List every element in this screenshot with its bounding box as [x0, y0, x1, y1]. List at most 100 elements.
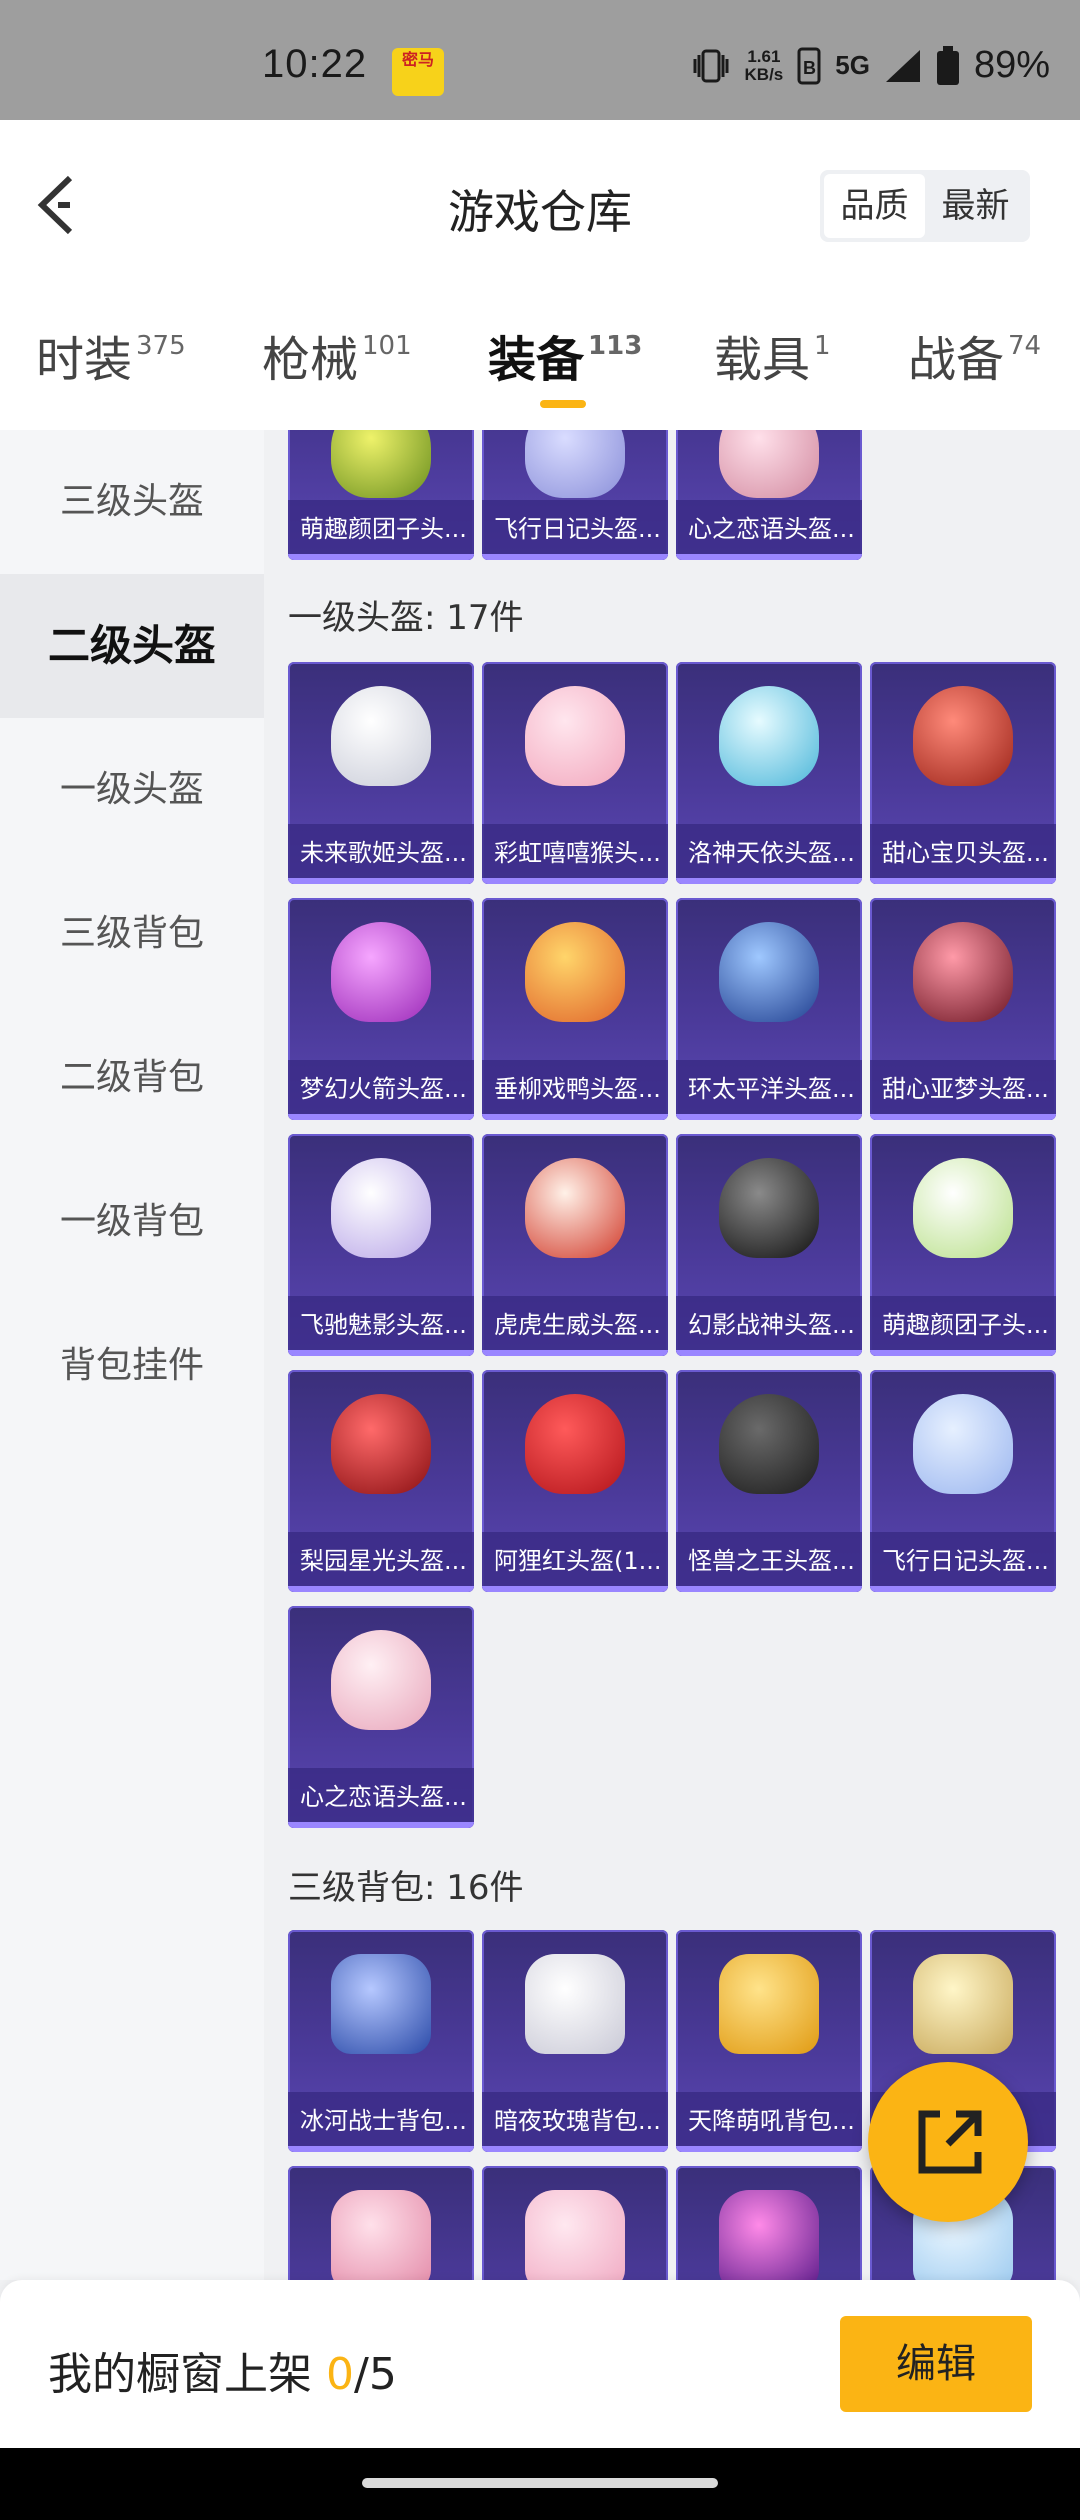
category-tabs: 时装 375 枪械 101 装备 113 载具 1 战备 74: [0, 320, 1080, 430]
item-name: 梨园星光头盔...: [288, 1532, 474, 1592]
item-card[interactable]: [288, 2166, 474, 2280]
backpack-icon: [331, 1954, 431, 2054]
backpack-icon: [525, 1954, 625, 2054]
share-icon: [918, 2110, 982, 2174]
item-name: 飞行日记头盔...: [482, 500, 668, 560]
network-type: 5G: [835, 50, 870, 80]
section-title: 一级头盔: 17件: [288, 598, 524, 638]
sidebar: 三级头盔 二级头盔 一级头盔 三级背包 二级背包 一级背包 背包挂件: [0, 430, 264, 2280]
item-card[interactable]: 甜心宝贝头盔...: [870, 662, 1056, 884]
sidebar-item-backpack-3[interactable]: 三级背包: [0, 862, 264, 1006]
item-name: 怪兽之王头盔...: [676, 1532, 862, 1592]
item-card[interactable]: 怪兽之王头盔...: [676, 1370, 862, 1592]
tab-fashion[interactable]: 时装 375: [36, 320, 186, 390]
helmet-icon: [913, 922, 1013, 1022]
data-transfer-icon: B: [797, 47, 821, 84]
edit-button[interactable]: 编辑: [840, 2316, 1032, 2412]
section-title: 三级背包: 16件: [288, 1868, 524, 1908]
helmet-icon: [525, 922, 625, 1022]
active-tab-indicator: [540, 400, 586, 408]
tab-equipment[interactable]: 装备 113: [488, 320, 642, 390]
item-name: 天降萌吼背包...: [676, 2092, 862, 2152]
item-card[interactable]: 梨园星光头盔...: [288, 1370, 474, 1592]
sort-toggle[interactable]: 品质 最新: [820, 170, 1030, 242]
item-card[interactable]: 萌趣颜团子头...: [288, 430, 474, 560]
sidebar-item-backpack-charms[interactable]: 背包挂件: [0, 1294, 264, 1438]
item-name: 心之恋语头盔...: [676, 500, 862, 560]
item-card[interactable]: 飞行日记头盔...: [482, 430, 668, 560]
item-name: 未来歌姬头盔...: [288, 824, 474, 884]
item-card[interactable]: 环太平洋头盔...: [676, 898, 862, 1120]
item-card[interactable]: 洛神天依头盔...: [676, 662, 862, 884]
sidebar-item-helmet-1[interactable]: 一级头盔: [0, 718, 264, 862]
sidebar-item-backpack-1[interactable]: 一级背包: [0, 1150, 264, 1294]
item-name: 梦幻火箭头盔...: [288, 1060, 474, 1120]
item-name: 洛神天依头盔...: [676, 824, 862, 884]
tab-vehicles[interactable]: 载具 1: [714, 320, 831, 390]
helmet-icon: [719, 1158, 819, 1258]
item-card[interactable]: 冰河战士背包...: [288, 1930, 474, 2152]
item-card[interactable]: [676, 2166, 862, 2280]
item-name: 阿狸红头盔(1...: [482, 1532, 668, 1592]
helmet-icon: [525, 1158, 625, 1258]
home-gesture-handle[interactable]: [362, 2478, 718, 2488]
helmet-icon: [719, 430, 819, 498]
item-card[interactable]: 天降萌吼背包...: [676, 1930, 862, 2152]
sidebar-item-helmet-2[interactable]: 二级头盔: [0, 574, 264, 718]
item-card[interactable]: 甜心亚梦头盔...: [870, 898, 1056, 1120]
notification-app-icon: 密马: [392, 48, 444, 96]
item-card[interactable]: 梦幻火箭头盔...: [288, 898, 474, 1120]
status-bar: 10:22 密马 1.61 KB/s B 5G 89%: [0, 0, 1080, 120]
helmet-icon: [525, 686, 625, 786]
item-card[interactable]: 飞行日记头盔...: [870, 1370, 1056, 1592]
helmet-icon: [525, 430, 625, 498]
helmet-icon: [331, 922, 431, 1022]
status-time: 10:22: [262, 42, 368, 86]
helmet-icon: [331, 1394, 431, 1494]
helmet-icon: [719, 922, 819, 1022]
item-grid: 萌趣颜团子头... 飞行日记头盔... 心之恋语头盔... 一级头盔: 17件 …: [264, 430, 1080, 2280]
helmet-icon: [331, 1630, 431, 1730]
item-card[interactable]: 彩虹嘻嘻猴头...: [482, 662, 668, 884]
backpack-icon: [719, 2190, 819, 2280]
sidebar-item-backpack-2[interactable]: 二级背包: [0, 1006, 264, 1150]
item-name: 环太平洋头盔...: [676, 1060, 862, 1120]
item-card[interactable]: 飞驰魅影头盔...: [288, 1134, 474, 1356]
share-button[interactable]: [868, 2062, 1028, 2222]
helmet-icon: [913, 686, 1013, 786]
item-card[interactable]: 萌趣颜团子头...: [870, 1134, 1056, 1356]
item-card[interactable]: 幻影战神头盔...: [676, 1134, 862, 1356]
helmet-icon: [525, 1394, 625, 1494]
item-name: 彩虹嘻嘻猴头...: [482, 824, 668, 884]
backpack-icon: [719, 1954, 819, 2054]
item-card[interactable]: [482, 2166, 668, 2280]
vibrate-icon: [693, 49, 729, 82]
helmet-icon: [913, 1158, 1013, 1258]
status-indicators: 1.61 KB/s B 5G 89%: [691, 44, 1050, 87]
item-name: 萌趣颜团子头...: [288, 500, 474, 560]
sort-newest-option[interactable]: 最新: [925, 174, 1026, 238]
item-name: 甜心亚梦头盔...: [870, 1060, 1056, 1120]
item-name: 飞驰魅影头盔...: [288, 1296, 474, 1356]
sidebar-item-helmet-3[interactable]: 三级头盔: [0, 430, 264, 574]
sort-quality-option[interactable]: 品质: [824, 174, 925, 238]
tab-guns[interactable]: 枪械 101: [262, 320, 412, 390]
item-name: 暗夜玫瑰背包...: [482, 2092, 668, 2152]
tab-supplies[interactable]: 战备 74: [908, 320, 1041, 390]
item-name: 甜心宝贝头盔...: [870, 824, 1056, 884]
item-card[interactable]: 未来歌姬头盔...: [288, 662, 474, 884]
item-name: 飞行日记头盔...: [870, 1532, 1056, 1592]
item-card[interactable]: 虎虎生威头盔...: [482, 1134, 668, 1356]
item-card[interactable]: 垂柳戏鸭头盔...: [482, 898, 668, 1120]
helmet-icon: [331, 686, 431, 786]
item-card[interactable]: 暗夜玫瑰背包...: [482, 1930, 668, 2152]
helmet-icon: [913, 1394, 1013, 1494]
item-name: 萌趣颜团子头...: [870, 1296, 1056, 1356]
item-card[interactable]: 心之恋语头盔...: [288, 1606, 474, 1828]
helmet-icon: [719, 1394, 819, 1494]
item-name: 虎虎生威头盔...: [482, 1296, 668, 1356]
backpack-icon: [331, 2190, 431, 2280]
item-card[interactable]: 阿狸红头盔(1...: [482, 1370, 668, 1592]
helmet-icon: [331, 430, 431, 498]
item-card[interactable]: 心之恋语头盔...: [676, 430, 862, 560]
